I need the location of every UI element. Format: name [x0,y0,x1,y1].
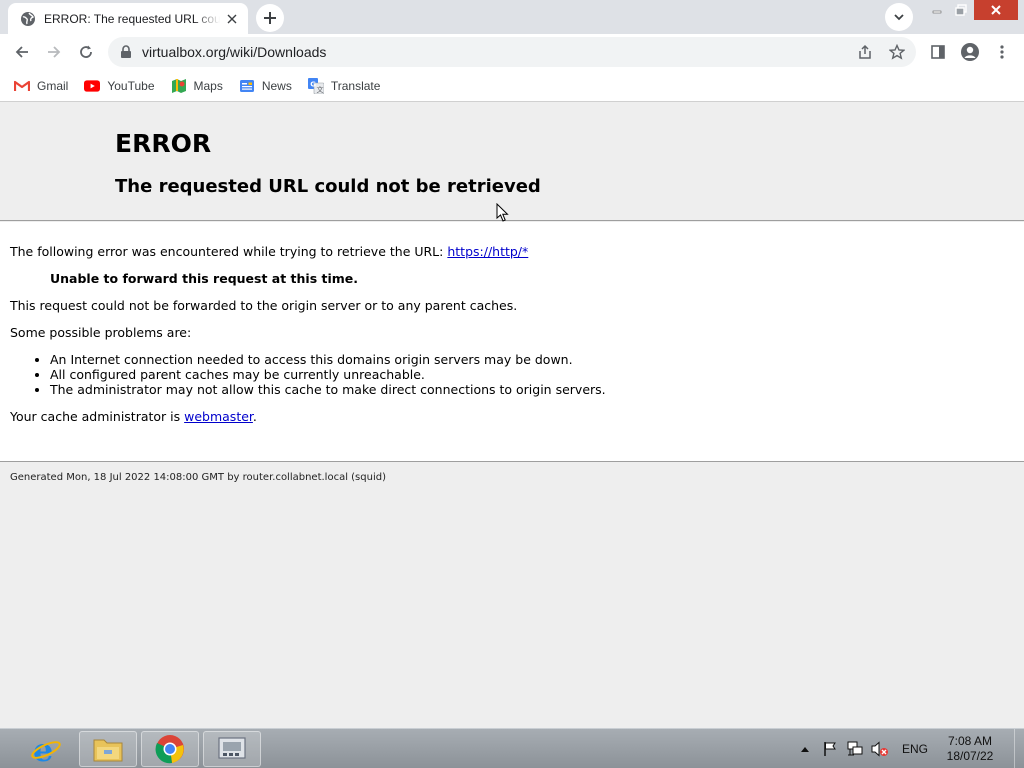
reload-button[interactable] [70,36,102,68]
taskbar-network-app[interactable] [203,731,261,767]
close-icon [991,5,1001,15]
generated-footer: Generated Mon, 18 Jul 2022 14:08:00 GMT … [10,472,386,483]
taskbar: e ENG 7:08 AM 18/07/22 [0,728,1024,768]
svg-text:G: G [310,80,316,88]
bookmark-news[interactable]: News [239,74,292,98]
chrome-icon [155,735,184,764]
intro-paragraph: The following error was encountered whil… [10,244,1014,259]
minimize-button[interactable] [926,0,948,20]
taskbar-clock[interactable]: 7:08 AM 18/07/22 [938,734,1002,764]
browser-toolbar: virtualbox.org/wiki/Downloads [0,34,1024,70]
mouse-cursor-icon [496,203,509,222]
show-desktop-button[interactable] [1014,729,1024,768]
plus-icon [264,12,276,24]
menu-button[interactable] [986,36,1018,68]
action-center-flag-icon[interactable] [819,738,841,760]
page-title: ERROR [115,129,212,158]
maps-icon [171,78,187,94]
error-detail: Unable to forward this request at this t… [50,271,359,286]
page-subtitle: The requested URL could not be retrieved [115,176,541,197]
side-panel-button[interactable] [922,36,954,68]
kebab-menu-icon [1000,45,1004,59]
tab-search-button[interactable] [885,3,913,31]
bookmarks-bar: Gmail YouTube Maps News G文 Translate [0,70,1024,102]
show-hidden-icons-icon[interactable] [794,738,816,760]
system-tray: ENG 7:08 AM 18/07/22 [794,729,1024,768]
bookmark-label: Gmail [37,78,69,93]
address-bar[interactable]: virtualbox.org/wiki/Downloads [108,37,916,67]
list-item: All configured parent caches may be curr… [50,367,1014,382]
admin-text: Your cache administrator is [10,409,185,424]
close-window-button[interactable] [974,0,1018,20]
network-icon[interactable] [844,738,866,760]
news-icon [239,78,255,94]
error-content: The following error was encountered whil… [0,222,1024,462]
requested-url-link[interactable]: https://http/* [447,244,528,259]
reload-icon [80,45,92,58]
gmail-icon [14,78,30,94]
lock-icon[interactable] [118,44,134,60]
browser-tab[interactable]: ERROR: The requested URL could not be re… [8,3,248,34]
chevron-down-icon [894,14,904,21]
taskbar-chrome[interactable] [141,731,199,767]
close-tab-icon[interactable] [224,11,240,27]
url-text[interactable]: virtualbox.org/wiki/Downloads [142,44,326,60]
intro-text: The following error was encountered whil… [10,244,448,259]
explanation-text: This request could not be forwarded to t… [10,298,518,313]
clock-time: 7:08 AM [947,734,993,748]
globe-icon [20,11,36,27]
youtube-icon [84,78,101,94]
forward-button[interactable] [38,36,70,68]
bookmark-label: YouTube [107,78,155,93]
webmaster-link[interactable]: webmaster [184,409,253,424]
share-icon[interactable] [856,43,874,61]
file-explorer-icon [93,739,123,762]
bookmark-translate[interactable]: G文 Translate [307,74,381,98]
translate-icon: G文 [307,77,324,94]
list-item: An Internet connection needed to access … [50,352,1014,367]
list-item: The administrator may not allow this cac… [50,382,1014,397]
bookmark-label: Maps [193,78,223,93]
bookmark-youtube[interactable]: YouTube [84,74,155,98]
network-app-icon [218,737,246,759]
side-panel-icon [931,45,945,59]
error-header: ERROR The requested URL could not be ret… [0,103,1024,221]
bookmark-label: News [261,78,292,93]
bookmark-gmail[interactable]: Gmail [14,74,68,98]
bookmark-star-icon[interactable] [888,43,906,61]
problems-list: An Internet connection needed to access … [50,352,1014,397]
restore-icon [955,4,967,16]
new-tab-button[interactable] [256,4,284,32]
arrow-left-icon [15,46,28,58]
taskbar-internet-explorer[interactable]: e [22,731,70,767]
bookmark-maps[interactable]: Maps [171,74,223,98]
internet-explorer-icon: e [31,733,61,765]
avatar-icon [961,43,979,61]
restore-button[interactable] [950,0,972,20]
tab-strip: ERROR: The requested URL could not be re… [0,0,1024,34]
svg-text:文: 文 [316,85,323,94]
profile-button[interactable] [954,36,986,68]
problems-label: Some possible problems are: [10,325,192,340]
clock-date: 18/07/22 [946,749,994,763]
arrow-right-icon [48,46,61,58]
page-viewport: ERROR The requested URL could not be ret… [0,103,1024,728]
admin-paragraph: Your cache administrator is webmaster. [10,409,1014,424]
bookmark-label: Translate [330,78,381,93]
volume-muted-icon[interactable] [869,738,891,760]
tab-title: ERROR: The requested URL could not be re… [44,11,220,26]
admin-suffix: . [252,409,257,424]
language-indicator[interactable]: ENG [902,742,928,756]
taskbar-file-explorer[interactable] [79,731,137,767]
back-button[interactable] [6,36,38,68]
minimize-icon [932,10,942,14]
